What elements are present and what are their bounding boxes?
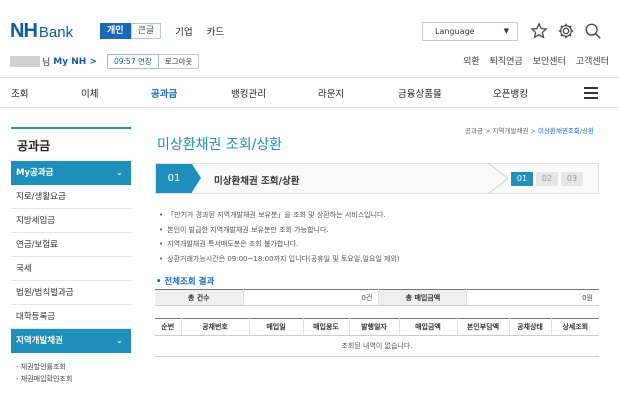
notice-item: • 상환거래가능시간은 09:00~18:00까지 입니다(공휴일 및 토요일,일… (159, 254, 400, 263)
logo-nh: NH (10, 20, 38, 42)
breadcrumb-item[interactable]: 공과금 (465, 127, 483, 135)
nav-banking-mgmt[interactable]: 뱅킹관리 (231, 86, 266, 100)
notice-item: • 「만기가 경과된 지역개발채권 보유분」을 조회 및 상환하는 서비스입니다. (159, 211, 386, 219)
caret-down-icon: ▼ (503, 27, 509, 35)
session-extend-button[interactable]: 09:57 연장 (106, 54, 159, 69)
language-select[interactable]: Language ▼ (422, 22, 518, 41)
step-arrow (192, 164, 201, 192)
sidebar-item-my-dues[interactable]: My공과금 ⌄ (11, 161, 131, 185)
step-number: 01 (156, 164, 192, 193)
nav-inquiry[interactable]: 조회 (11, 86, 28, 100)
nh-bank-logo[interactable]: NH Bank (10, 20, 73, 43)
summary-label: 총 매입금액 (378, 289, 468, 306)
sidebar-item-pension[interactable]: 연금/보험료 (11, 233, 131, 257)
header: NH Bank 개인 큰글 기업 카드 Language ▼ 님 My NH > … (0, 0, 619, 78)
notice-text: 본인이 발급한 지역개발채권 보유분만 조회 가능합니다. (167, 225, 329, 234)
sidebar: 공과금 My공과금 ⌄ 지로/생활요금 지방세입금 연금/보험료 국세 법원/범칙… (11, 127, 131, 385)
masked-user-name (10, 56, 40, 67)
column-header: 공채번호 (181, 318, 250, 336)
nav-open-banking[interactable]: 오픈뱅킹 (493, 86, 528, 100)
account-bar: 님 My NH > 09:57 연장 로그아웃 (10, 54, 200, 69)
result-title: • 전체조회 결과 (156, 277, 215, 287)
chevron-right-icon (487, 163, 509, 194)
nav-lounge[interactable]: 라운지 (318, 86, 344, 100)
sidebar-subitem-purchase-confirm[interactable]: - 채권매입확인조회 (11, 373, 131, 385)
chevron-down-icon: ⌄ (116, 336, 123, 345)
breadcrumb-current: 미상환채권조회/상환 (538, 127, 595, 135)
step-badge: 02 (536, 172, 558, 186)
result-title-text: 전체조회 결과 (164, 277, 215, 287)
step-badge: 01 (511, 172, 533, 186)
utility-links: 외환 퇴직연금 보안센터 고객센터 (463, 54, 609, 67)
column-header: 상세조회 (551, 318, 599, 336)
menu-hamburger-icon[interactable] (584, 87, 598, 99)
tab-personal[interactable]: 개인 (100, 23, 131, 39)
table-header-row: 순번 공채번호 매입일 매입용도 발행일자 매입금액 본인부담액 공채상태 상세… (155, 318, 599, 336)
notice-text: 상환거래가능시간은 09:00~18:00까지 입니다(공휴일 및 토요일,일요… (167, 254, 400, 263)
summary-label: 총 건수 (155, 289, 244, 306)
sidebar-item-label: 지역개발채권 (16, 336, 63, 346)
logo-bank: Bank (38, 24, 74, 41)
notice-text: 지역개발채권 특서매도분은 조회 불가합니다. (167, 240, 299, 248)
step-indicator: 01 미상환채권 조회/상환 01 02 03 (155, 163, 599, 194)
column-header: 매입일 (249, 318, 304, 336)
link-card[interactable]: 카드 (207, 24, 224, 38)
sidebar-item-local-tax[interactable]: 지방세입금 (11, 209, 131, 233)
results-table: 순번 공채번호 매입일 매입용도 발행일자 매입금액 본인부담액 공채상태 상세… (155, 318, 599, 357)
link-foreign-exchange[interactable]: 외환 (463, 54, 480, 67)
star-icon[interactable] (530, 22, 548, 40)
step-badges: 01 02 03 (511, 172, 583, 186)
sidebar-item-court-fines[interactable]: 법원/범칙벌과금 (11, 281, 131, 305)
notice-list: • 「만기가 경과된 지역개발채권 보유분」을 조회 및 상환하는 서비스입니다.… (159, 208, 400, 266)
link-security-center[interactable]: 보안센터 (533, 54, 566, 67)
breadcrumb: 공과금 > 지역개발채권 > 미상환채권조회/상환 (465, 127, 595, 135)
notice-item: • 지역개발채권 특서매도분은 조회 불가합니다. (159, 240, 299, 248)
my-nh-link[interactable]: My NH > (53, 57, 97, 67)
step-label: 미상환채권 조회/상환 (214, 176, 300, 187)
gear-icon[interactable] (557, 22, 575, 40)
summary-value: 0건 (243, 289, 380, 306)
sidebar-item-regional-bonds[interactable]: 지역개발채권 ⌄ (11, 329, 131, 353)
nav-public-dues[interactable]: 공과금 (151, 86, 177, 100)
nav-product-mall[interactable]: 금융상품몰 (398, 86, 442, 100)
sidebar-item-giro[interactable]: 지로/생활요금 (11, 185, 131, 209)
summary-table: 총 건수 0건 총 매입금액 0원 (155, 289, 599, 306)
link-corporate[interactable]: 기업 (175, 24, 192, 38)
notice-text: 「만기가 경과된 지역개발채권 보유분」을 조회 및 상환하는 서비스입니다. (167, 211, 386, 219)
notice-item: • 본인이 발급한 지역개발채권 보유분만 조회 가능합니다. (159, 225, 329, 234)
search-icon[interactable] (584, 22, 602, 40)
sidebar-title: 공과금 (11, 127, 131, 161)
main-nav: 조회 이체 공과금 뱅킹관리 라운지 금융상품몰 오픈뱅킹 (0, 78, 619, 108)
column-header: 본인부담액 (457, 318, 510, 336)
link-pension[interactable]: 퇴직연금 (490, 54, 523, 67)
column-header: 매입금액 (399, 318, 458, 336)
user-suffix: 님 (42, 58, 51, 68)
column-header: 공채상태 (509, 318, 552, 336)
column-header: 순번 (155, 318, 182, 336)
column-header: 발행일자 (349, 318, 400, 336)
sidebar-item-national-tax[interactable]: 국세 (11, 257, 131, 281)
sidebar-subitem-discount-rate[interactable]: - 채권할인률조회 (11, 361, 131, 373)
table-row: 조회된 내역이 없습니다. (155, 335, 599, 357)
language-label: Language (435, 27, 475, 36)
chevron-down-icon: ⌄ (116, 168, 123, 177)
breadcrumb-item[interactable]: 지역개발채권 (493, 127, 529, 135)
tab-large-text[interactable]: 큰글 (130, 23, 162, 39)
empty-message: 조회된 내역이 없습니다. (155, 335, 599, 357)
user-type-tabs: 개인 큰글 기업 카드 (100, 23, 224, 39)
link-customer-center[interactable]: 고객센터 (576, 54, 609, 67)
page-title: 미상환채권 조회/상환 (157, 137, 283, 153)
nav-transfer[interactable]: 이체 (81, 86, 98, 100)
sidebar-item-label: My공과금 (16, 168, 54, 178)
step-badge: 03 (561, 172, 583, 186)
logout-button[interactable]: 로그아웃 (158, 54, 200, 69)
sidebar-item-tuition[interactable]: 대학등록금 (11, 305, 131, 329)
summary-value: 0원 (582, 293, 593, 302)
column-header: 매입용도 (303, 318, 350, 336)
